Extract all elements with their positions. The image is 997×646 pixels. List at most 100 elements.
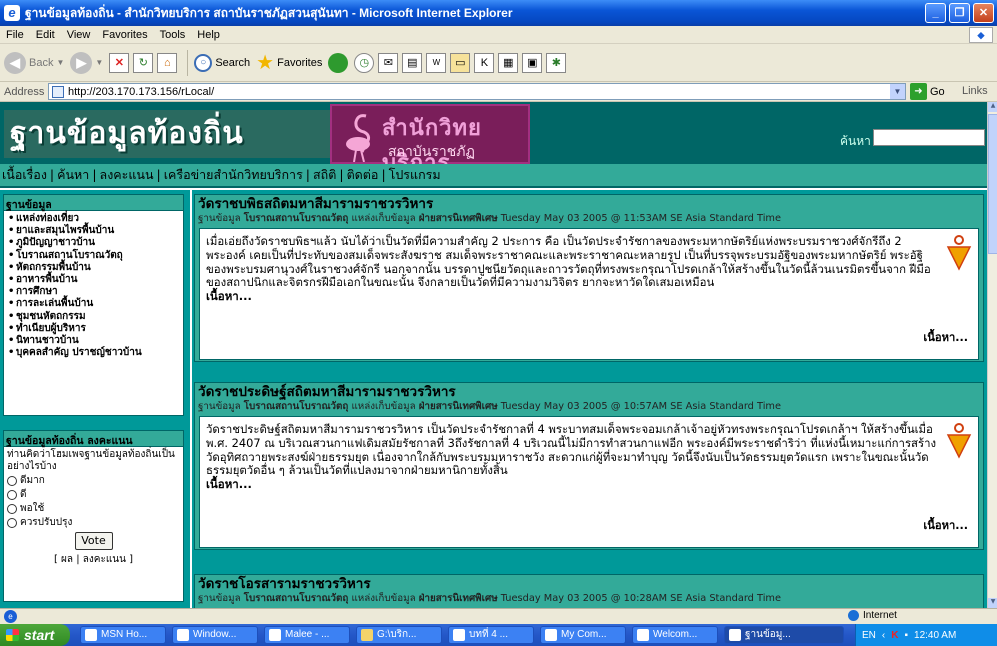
refresh-icon[interactable]: ↻	[133, 52, 154, 73]
meta-db-label: ฐานข้อมูล	[198, 213, 241, 224]
article-card: วัดราชโอรสารามราชวรวิหาร ฐานข้อมูล โบราณ…	[194, 574, 984, 608]
taskbar-item-doc[interactable]: บทที่ 4 ...	[448, 626, 534, 644]
print-icon[interactable]: ▤	[402, 52, 423, 73]
article-figure-icon	[946, 423, 972, 459]
vote-button[interactable]: Vote	[74, 532, 113, 550]
menu-edit[interactable]: Edit	[30, 29, 61, 41]
nav-stories[interactable]: เนื้อเรื่อง	[2, 167, 47, 182]
sidebar-item-craft-community[interactable]: ชุมชนหัตถกรรม	[7, 311, 180, 323]
search-icon: ○	[194, 53, 213, 72]
scroll-up-icon[interactable]: ▲	[988, 102, 997, 112]
links-button[interactable]: Links	[962, 85, 988, 97]
poll-option-good[interactable]: ดี	[4, 488, 183, 502]
poll-links[interactable]: [ ผล | ลงคะแนน ]	[4, 550, 183, 569]
menu-view[interactable]: View	[61, 29, 97, 41]
poll-option-fair[interactable]: พอใช้	[4, 502, 183, 516]
radio-icon[interactable]	[7, 490, 17, 500]
meta-db-value[interactable]: โบราณสถานโบราณวัตถุ	[244, 401, 349, 412]
radio-icon[interactable]	[7, 476, 17, 486]
globe-icon	[848, 610, 859, 621]
read-more-link[interactable]: เนื้อหา...	[923, 331, 968, 345]
history-icon[interactable]: ◷	[354, 52, 375, 73]
article-title[interactable]: วัดราชโอรสารามราชวรวิหาร	[195, 575, 983, 592]
forward-button[interactable]: ▶ ▼	[70, 51, 103, 74]
vertical-scrollbar[interactable]: ▲ ▼	[987, 102, 997, 608]
sidebar-item-antiquities[interactable]: โบราณสถานโบราณวัตถุ	[7, 250, 180, 262]
poll-option-excellent[interactable]: ดีมาก	[4, 474, 183, 488]
back-button[interactable]: ◀ Back ▼	[4, 51, 64, 74]
menu-favorites[interactable]: Favorites	[96, 29, 153, 41]
scroll-down-icon[interactable]: ▼	[988, 598, 997, 608]
taskbar-item-windows[interactable]: Window...	[172, 626, 258, 644]
site-nav: เนื้อเรื่อง | ค้นหา | ลงคะแนน | เครือข่ายสำนัก…	[0, 164, 987, 188]
network-icon[interactable]: ▪	[904, 630, 908, 641]
sidebar-item-folk-games[interactable]: การละเล่นพื้นบ้าน	[7, 298, 180, 310]
nav-poll[interactable]: ลงคะแนน	[100, 167, 154, 182]
sidebar: ฐานข้อมูล แหล่งท่องเที่ยว ยาและสมุนไพรพื…	[0, 190, 190, 608]
scroll-thumb[interactable]	[988, 114, 997, 254]
go-button[interactable]: ➜ Go	[910, 83, 945, 100]
sidebar-item-important-people[interactable]: บุคคลสำคัญ ปราชญ์ชาวบ้าน	[7, 347, 180, 359]
sidebar-item-education[interactable]: การศึกษา	[7, 286, 180, 298]
taskbar-label: บทที่ 4 ...	[469, 629, 508, 640]
address-dropdown-icon[interactable]: ▼	[890, 84, 905, 99]
messenger-icon[interactable]: K	[474, 52, 495, 73]
radio-icon[interactable]	[7, 518, 17, 528]
edit-icon[interactable]: W	[426, 52, 447, 73]
article-body: วัดราชประดิษฐ์สถิตมหาสีมารามราชวรวิหาร เ…	[199, 416, 979, 548]
radio-icon[interactable]	[7, 504, 17, 514]
menu-tools[interactable]: Tools	[154, 29, 192, 41]
menu-file[interactable]: File	[0, 29, 30, 41]
article-title[interactable]: วัดราชประดิษฐ์สถิตมหาสีมารามราชวรวิหาร	[195, 383, 983, 400]
meta-db-value[interactable]: โบราณสถานโบราณวัตถุ	[244, 213, 349, 224]
sidebar-item-food[interactable]: อาหารพื้นบ้าน	[7, 274, 180, 286]
read-more-link[interactable]: เนื้อหา...	[923, 519, 968, 533]
poll-title: ฐานข้อมูลท้องถิ่น ลงคะแนน	[4, 431, 183, 447]
taskbar-item-welcome[interactable]: Welcom...	[632, 626, 718, 644]
sidebar-item-folk-tales[interactable]: นิทานชาวบ้าน	[7, 335, 180, 347]
taskbar-item-folder[interactable]: G:\บริก...	[356, 626, 442, 644]
language-indicator[interactable]: EN	[862, 630, 876, 641]
favorites-button[interactable]: ★ Favorites	[256, 50, 322, 75]
maximize-button[interactable]: ❐	[949, 3, 970, 23]
nav-stats[interactable]: สถิติ	[313, 167, 336, 182]
window-title-bar[interactable]: e ฐานข้อมูลท้องถิ่น - สำนักวิทยบริการ สถ…	[0, 0, 997, 26]
sidebar-item-handicraft[interactable]: หัตถกรรมพื้นบ้าน	[7, 262, 180, 274]
people-icon[interactable]: ✱	[546, 52, 567, 73]
read-more-link[interactable]: เนื้อหา...	[206, 477, 252, 491]
close-button[interactable]: ✕	[973, 3, 994, 23]
stop-icon[interactable]: ✕	[109, 52, 130, 73]
start-button[interactable]: start	[0, 624, 70, 646]
article-meta: ฐานข้อมูล โบราณสถานโบราณวัตถุ แหล่งเก็บข…	[195, 400, 983, 414]
discuss-icon[interactable]: ▭	[450, 52, 471, 73]
security-zone: Internet	[848, 610, 897, 621]
article-title[interactable]: วัดราชบพิธสถิตมหาสีมารามราชวรวิหาร	[195, 195, 983, 212]
address-input[interactable]: http://203.170.173.156/rLocal/ ▼	[48, 83, 906, 100]
media-icon[interactable]	[328, 52, 349, 73]
taskbar-item-malee[interactable]: Malee - ...	[264, 626, 350, 644]
search-button[interactable]: ○ Search	[194, 53, 250, 72]
menu-help[interactable]: Help	[191, 29, 226, 41]
tray-arrow-icon[interactable]: ‹	[882, 630, 885, 641]
sidebar-item-wisdom[interactable]: ภูมิปัญญาชาวบ้าน	[7, 237, 180, 249]
nav-network[interactable]: เครือข่ายสำนักวิทยบริการ	[164, 167, 303, 182]
meta-db-value[interactable]: โบราณสถานโบราณวัตถุ	[244, 593, 349, 604]
minimize-button[interactable]: _	[925, 3, 946, 23]
home-icon[interactable]: ⌂	[157, 52, 178, 73]
taskbar-item-computer[interactable]: My Com...	[540, 626, 626, 644]
site-search-input[interactable]	[873, 129, 985, 146]
nav-programs[interactable]: โปรแกรม	[389, 167, 441, 182]
mail-icon[interactable]: ✉	[378, 52, 399, 73]
grid-icon[interactable]: ▣	[522, 52, 543, 73]
nav-contact[interactable]: ติดต่อ	[347, 167, 379, 182]
sidebar-item-tourism[interactable]: แหล่งท่องเที่ยว	[7, 213, 180, 225]
nav-search[interactable]: ค้นหา	[57, 167, 89, 182]
poll-option-improve[interactable]: ควรปรับปรุง	[4, 516, 183, 530]
sidebar-item-executives[interactable]: ทำเนียบผู้บริหาร	[7, 323, 180, 335]
sidebar-item-herbal[interactable]: ยาและสมุนไพรพื้นบ้าน	[7, 225, 180, 237]
taskbar-item-active-ie[interactable]: ฐานข้อมู...	[724, 626, 844, 644]
taskbar-item-msn[interactable]: MSN Ho...	[80, 626, 166, 644]
research-icon[interactable]: ▦	[498, 52, 519, 73]
read-more-link[interactable]: เนื้อหา...	[206, 289, 252, 303]
kaspersky-icon[interactable]: K	[891, 630, 898, 641]
